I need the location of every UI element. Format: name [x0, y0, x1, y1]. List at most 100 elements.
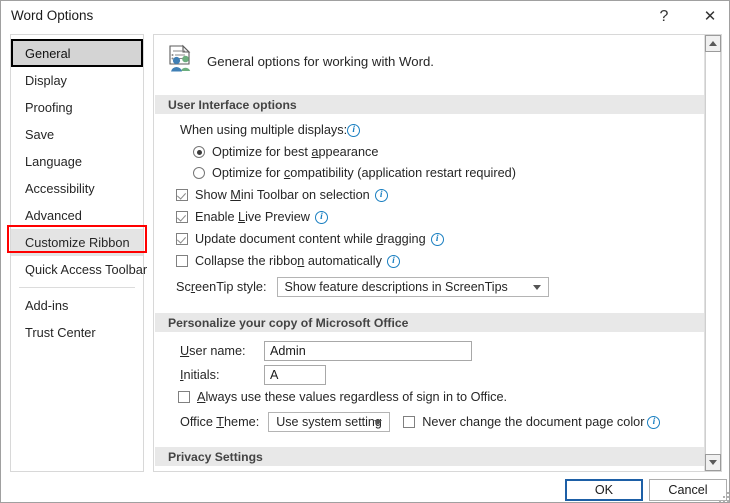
radio-label-pre: Optimize for best	[212, 145, 312, 159]
sidebar-item-label: Trust Center	[25, 325, 96, 340]
screentip-style-row: ScreenTip style: Show feature descriptio…	[176, 277, 549, 297]
panel-header: General options for working with Word.	[166, 42, 434, 80]
ok-button[interactable]: OK	[565, 479, 643, 501]
word-options-dialog: Word Options ? ✕ General Display Proofin…	[0, 0, 730, 503]
info-icon[interactable]: i	[347, 123, 361, 137]
sidebar-item-trust-center[interactable]: Trust Center	[11, 319, 143, 346]
sidebar-item-display[interactable]: Display	[11, 67, 143, 94]
username-label-accel: U	[180, 344, 190, 358]
username-input[interactable]: Admin	[264, 341, 472, 361]
checkbox-enable-live-preview[interactable]: Enable Live Preview i	[176, 210, 328, 224]
checkbox-box[interactable]	[176, 233, 188, 245]
username-row: User name: Admin	[180, 341, 472, 361]
scroll-down-button[interactable]	[705, 454, 721, 471]
sidebar-item-quick-access-toolbar[interactable]: Quick Access Toolbar	[11, 256, 147, 283]
theme-label-post: heme:	[223, 415, 260, 429]
theme-label-accel: T	[216, 415, 224, 429]
scroll-up-button[interactable]	[705, 35, 721, 52]
screentip-style-dropdown[interactable]: Show feature descriptions in ScreenTips	[276, 277, 549, 297]
checkbox-box[interactable]	[178, 391, 190, 403]
never-change-page-color-label: Never change the document page color	[422, 415, 645, 429]
info-icon[interactable]: i	[374, 188, 388, 202]
checkbox-update-while-dragging[interactable]: Update document content while dragging i	[176, 232, 444, 246]
sidebar-item-label: Display	[25, 73, 67, 88]
checkbox-label-post: ragging	[383, 232, 426, 246]
checkbox-show-mini-toolbar[interactable]: Show Mini Toolbar on selection i	[176, 188, 388, 202]
initials-input[interactable]: A	[264, 365, 326, 385]
username-label: ser name:	[189, 344, 246, 358]
help-icon[interactable]: ?	[645, 1, 683, 32]
office-theme-dropdown[interactable]: Use system setting	[268, 412, 391, 432]
always-use-label: lways use these values regardless of sig…	[205, 390, 508, 404]
section-header-user-interface: User Interface options	[155, 95, 704, 114]
initials-row: Initials: A	[180, 365, 326, 385]
section-title: User Interface options	[168, 97, 297, 112]
help-glyph: ?	[659, 7, 669, 25]
info-icon[interactable]: i	[386, 254, 400, 268]
sidebar-item-label: Language	[25, 154, 82, 169]
close-icon[interactable]: ✕	[691, 1, 729, 32]
sidebar-item-language[interactable]: Language	[11, 148, 143, 175]
sidebar-item-proofing[interactable]: Proofing	[11, 94, 143, 121]
radio-label-post: ompatibility (application restart requir…	[290, 166, 516, 180]
info-icon[interactable]: i	[647, 415, 661, 429]
checkbox-label-post: ini Toolbar on selection	[240, 188, 370, 202]
checkbox-never-change-page-color[interactable]	[403, 416, 416, 428]
radio-label-post: ppearance	[318, 145, 379, 159]
radio-optimize-compatibility[interactable]: Optimize for compatibility (application …	[193, 166, 516, 180]
checkbox-box[interactable]	[176, 211, 188, 223]
sidebar-item-customize-ribbon[interactable]: Customize Ribbon	[11, 229, 143, 256]
options-content-panel: General options for working with Word. U…	[153, 34, 722, 472]
resize-grip[interactable]	[719, 492, 729, 502]
sidebar-item-label: Customize Ribbon	[25, 235, 130, 250]
info-icon[interactable]: i	[314, 210, 328, 224]
theme-label-pre: Office	[180, 415, 217, 429]
checkbox-label-pre: Collapse the ribbo	[195, 254, 298, 268]
panel-header-text: General options for working with Word.	[207, 53, 434, 69]
sidebar-item-label: Add-ins	[25, 298, 69, 313]
checkbox-always-use-values[interactable]: Always use these values regardless of si…	[178, 390, 507, 404]
screentip-label-post: eenTip style:	[195, 280, 267, 294]
checkbox-collapse-ribbon[interactable]: Collapse the ribbon automatically i	[176, 254, 400, 268]
scrollbar-track[interactable]	[705, 52, 721, 454]
dialog-title: Word Options	[11, 8, 94, 23]
checkbox-label-post: automatically	[304, 254, 382, 268]
checkbox-label-pre: Show	[195, 188, 231, 202]
checkbox-label-accel: M	[230, 188, 241, 202]
content-scrollbar[interactable]	[704, 35, 721, 471]
document-people-icon	[166, 44, 196, 79]
sidebar-item-label: Accessibility	[25, 181, 95, 196]
radio-button[interactable]	[193, 167, 205, 179]
section-title: Personalize your copy of Microsoft Offic…	[168, 315, 409, 330]
radio-button[interactable]	[193, 146, 205, 158]
chevron-down-icon	[374, 420, 383, 425]
ok-button-label: OK	[594, 483, 614, 497]
office-theme-row: Office Theme: Use system setting Never c…	[180, 412, 661, 432]
radio-label-pre: Optimize for	[212, 166, 284, 180]
screentip-label-pre: Sc	[176, 280, 191, 294]
cancel-button-label: Cancel	[668, 483, 708, 497]
office-theme-value: Use system setting	[276, 415, 382, 429]
info-icon[interactable]: i	[430, 232, 444, 246]
chevron-up-icon	[709, 41, 717, 46]
screentip-style-value: Show feature descriptions in ScreenTips	[284, 280, 508, 294]
initials-value: A	[270, 368, 279, 382]
checkbox-box[interactable]	[176, 255, 188, 267]
checkbox-label-pre: Enable	[195, 210, 239, 224]
cancel-button[interactable]: Cancel	[649, 479, 727, 501]
sidebar-item-label: Save	[25, 127, 55, 142]
checkbox-box[interactable]	[176, 189, 188, 201]
section-header-privacy: Privacy Settings	[155, 447, 704, 466]
radio-optimize-appearance[interactable]: Optimize for best appearance	[193, 145, 378, 159]
sidebar-item-label: General	[25, 45, 71, 61]
sidebar-nav: General Display Proofing Save Language A…	[10, 34, 147, 472]
sidebar-item-accessibility[interactable]: Accessibility	[11, 175, 143, 202]
title-bar: Word Options ? ✕	[1, 1, 729, 32]
sidebar-item-general[interactable]: General	[11, 39, 143, 67]
checkbox-label-post: ive Preview	[245, 210, 310, 224]
sidebar-item-advanced[interactable]: Advanced	[11, 202, 143, 229]
sidebar-item-save[interactable]: Save	[11, 121, 143, 148]
username-value: Admin	[270, 344, 306, 358]
section-header-personalize: Personalize your copy of Microsoft Offic…	[155, 313, 704, 332]
sidebar-item-add-ins[interactable]: Add-ins	[11, 292, 143, 319]
